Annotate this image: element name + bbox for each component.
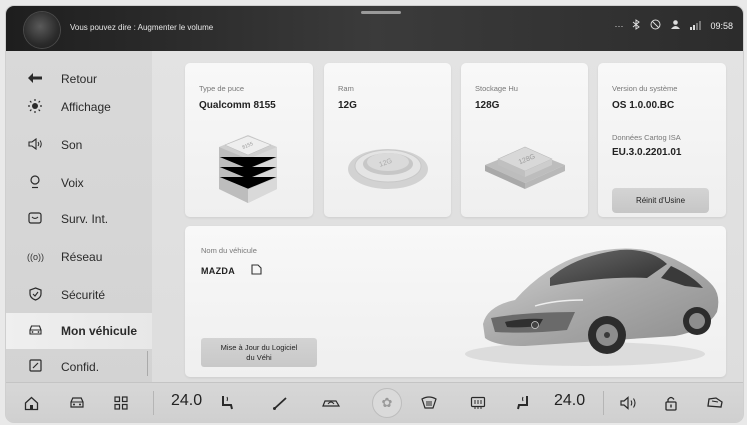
sidebar-item-son[interactable]: Son	[6, 127, 152, 163]
more-dots-icon[interactable]: ···	[614, 20, 623, 32]
apps-grid-icon[interactable]	[114, 392, 128, 414]
sidebar: Retour Affichage Son Voix Surv. Int. ((o…	[6, 51, 152, 382]
vehicle-info-panel: Type de puce Qualcomm 8155 8155 Ram 12G	[152, 51, 743, 382]
right-temperature[interactable]: 24.0	[554, 392, 585, 410]
sidebar-item-voix[interactable]: Voix	[6, 165, 152, 201]
sidebar-item-affichage[interactable]: Affichage	[6, 89, 152, 125]
chip-label: Type de puce	[199, 84, 245, 93]
chip-value: Qualcomm 8155	[199, 100, 276, 111]
screen: Vous pouvez dire : Augmenter le volume ·…	[6, 6, 743, 422]
clock: 09:58	[710, 21, 733, 31]
sidebar-item-label: Confid.	[61, 360, 100, 374]
system-version-label: Version du système	[612, 84, 678, 93]
car-illustration	[465, 248, 719, 366]
vehicle-card: Nom du véhicule MAZDA Mise à Jour du Log…	[185, 226, 726, 377]
bottom-dock: 24.0 ✿ 24.0	[6, 382, 743, 422]
software-update-button[interactable]: Mise à Jour du Logiciel du Véhi	[201, 338, 317, 367]
home-icon[interactable]	[24, 392, 39, 414]
system-version-value: OS 1.0.00.BC	[612, 100, 675, 111]
sidebar-item-reseau[interactable]: ((o)) Réseau	[6, 239, 152, 275]
ram-illustration: 12G	[348, 149, 428, 189]
sidebar-item-label: Sécurité	[61, 288, 106, 302]
sidebar-item-label: Mon véhicule	[61, 324, 138, 338]
right-temperature-value: 24.0	[554, 392, 586, 409]
privacy-icon	[27, 359, 43, 375]
monitor-icon	[27, 211, 43, 227]
signal-icon	[690, 20, 702, 33]
chip-card: Type de puce Qualcomm 8155 8155	[185, 63, 313, 217]
brightness-icon	[27, 98, 43, 116]
volume-icon[interactable]	[620, 392, 638, 414]
shield-icon	[27, 286, 43, 304]
vehicle-name: MAZDA	[201, 266, 235, 276]
voice-hint: Vous pouvez dire : Augmenter le volume	[70, 23, 214, 32]
seat-heat-icon[interactable]	[516, 392, 530, 414]
sidebar-item-label: Affichage	[61, 100, 111, 114]
bluetooth-icon	[632, 19, 641, 33]
sidebar-item-confid[interactable]: Confid.	[6, 349, 152, 385]
speaker-icon	[27, 137, 43, 153]
system-version-card: Version du système OS 1.0.00.BC Données …	[598, 63, 726, 217]
fan-icon[interactable]: ✿	[372, 388, 402, 418]
car-icon[interactable]	[69, 392, 85, 414]
storage-card: Stockage Hu 128G 128G	[461, 63, 588, 217]
ram-card: Ram 12G 12G	[324, 63, 451, 217]
back-arrow-icon	[27, 72, 43, 86]
network-icon: ((o))	[27, 252, 44, 262]
air-recirculation-icon[interactable]	[321, 392, 341, 414]
storage-label: Stockage Hu	[475, 84, 518, 93]
car-icon	[27, 324, 43, 339]
sidebar-item-mon-vehicule[interactable]: Mon véhicule	[6, 313, 152, 349]
car-settings-icon[interactable]	[706, 392, 724, 414]
sidebar-item-label: Réseau	[61, 250, 103, 264]
ram-label: Ram	[338, 84, 354, 93]
vehicle-name-label: Nom du véhicule	[201, 246, 257, 255]
dock-separator	[603, 391, 604, 415]
pull-down-handle[interactable]	[361, 11, 401, 14]
user-icon	[670, 19, 681, 33]
seat-heat-icon[interactable]	[220, 392, 234, 414]
sidebar-item-label: Son	[61, 138, 83, 152]
ram-value: 12G	[338, 100, 357, 111]
voice-icon	[27, 174, 43, 192]
sidebar-item-label: Surv. Int.	[61, 212, 109, 226]
sidebar-item-securite[interactable]: Sécurité	[6, 277, 152, 313]
lock-icon[interactable]	[664, 392, 678, 414]
back-label: Retour	[61, 72, 98, 86]
edit-icon[interactable]	[251, 264, 262, 275]
voice-assistant-orb[interactable]	[24, 12, 60, 48]
map-data-value: EU.3.0.2201.01	[612, 147, 682, 158]
left-temperature[interactable]: 24.0	[171, 392, 202, 410]
front-defrost-icon[interactable]	[421, 392, 437, 414]
mute-icon	[650, 19, 661, 33]
factory-reset-button[interactable]: Réinit d'Usine	[612, 188, 709, 213]
left-temperature-value: 24.0	[171, 392, 203, 409]
sidebar-item-label: Voix	[61, 176, 84, 190]
sidebar-scroll-indicator	[147, 351, 148, 376]
status-bar: Vous pouvez dire : Augmenter le volume ·…	[6, 6, 743, 51]
storage-value: 128G	[475, 100, 500, 111]
sidebar-item-surv-int[interactable]: Surv. Int.	[6, 201, 152, 237]
status-icons: ··· 09:58	[614, 19, 733, 33]
chip-illustration: 8155	[218, 135, 278, 203]
rear-defrost-icon[interactable]	[470, 392, 486, 414]
map-data-label: Données Cartog ISA	[612, 133, 681, 142]
wiper-icon[interactable]	[272, 392, 290, 414]
dock-separator	[153, 391, 154, 415]
storage-illustration: 128G	[485, 146, 565, 189]
